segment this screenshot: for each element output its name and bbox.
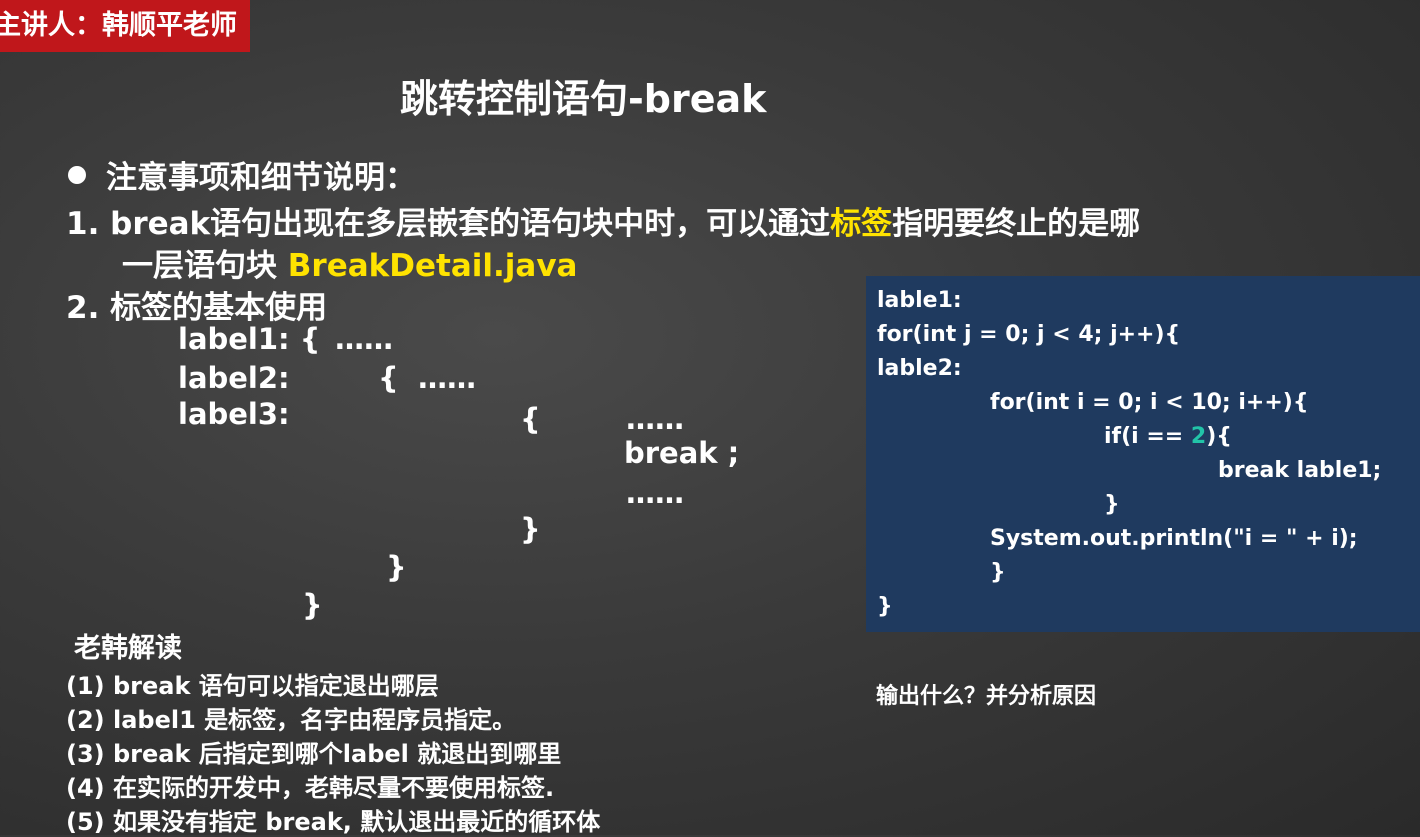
- commentary-item: (3) break 后指定到哪个label 就退出到哪里: [66, 740, 562, 768]
- code-line-3: lable2:: [877, 356, 962, 381]
- code-line-5-number: 2: [1190, 424, 1207, 449]
- point-1-suffix: 指明要终止的是哪: [892, 206, 1141, 242]
- label2-brace: {: [378, 361, 399, 395]
- point-1-highlight: 标签: [830, 206, 893, 242]
- commentary-item: (4) 在实际的开发中，老韩尽量不要使用标签.: [66, 774, 555, 802]
- notes-heading-text: 注意事项和细节说明：: [106, 160, 416, 196]
- speaker-badge: 主讲人：韩顺平老师: [0, 0, 250, 52]
- filename-highlight: BreakDetail.java: [287, 248, 578, 284]
- label2-dots: ……: [418, 361, 476, 395]
- label3-close: }: [520, 512, 541, 546]
- label2-close: }: [386, 550, 407, 584]
- label1-close: }: [302, 588, 323, 622]
- code-line-6: break lable1;: [1218, 458, 1382, 483]
- label1-dots: ……: [335, 322, 393, 356]
- code-line-9: }: [990, 560, 1006, 585]
- point-1-line-2: 一层语句块 BreakDetail.java: [122, 240, 577, 285]
- code-line-2: for(int j = 0; j < 4; j++){: [877, 322, 1181, 347]
- notes-heading: 注意事项和细节说明：: [68, 152, 416, 197]
- code-line-1: lable1:: [877, 288, 962, 313]
- label2-line: label2:: [178, 361, 290, 395]
- code-line-8: System.out.println("i = " + i);: [990, 526, 1358, 551]
- code-line-10: }: [877, 594, 893, 619]
- commentary-title: 老韩解读: [74, 633, 182, 664]
- question-text: 输出什么？并分析原因: [876, 684, 1097, 709]
- point-1-line-2-prefix: 一层语句块: [122, 248, 288, 284]
- label3-brace: {: [520, 402, 541, 436]
- code-line-5-prefix: if(i ==: [1104, 424, 1191, 449]
- point-1: 1. break语句出现在多层嵌套的语句块中时，可以通过标签指明要终止的是哪: [66, 198, 1140, 243]
- slide-title: 跳转控制语句-break: [400, 77, 767, 121]
- commentary-item: (1) break 语句可以指定退出哪层: [66, 672, 439, 700]
- label3-dots: ……: [626, 402, 684, 436]
- commentary-item: (5) 如果没有指定 break, 默认退出最近的循环体: [66, 808, 601, 836]
- point-1-prefix: 1. break语句出现在多层嵌套的语句块中时，可以通过: [66, 206, 831, 242]
- code-line-4: for(int i = 0; i < 10; i++){: [990, 390, 1309, 415]
- point-2: 2. 标签的基本使用: [66, 290, 328, 326]
- label3-line: label3:: [178, 397, 290, 431]
- label1-line: label1: {: [178, 322, 321, 356]
- code-line-7: }: [1104, 492, 1120, 517]
- bullet-icon: [68, 166, 86, 184]
- break-statement: break ;: [624, 436, 740, 470]
- commentary-item: (2) label1 是标签，名字由程序员指定。: [66, 706, 517, 734]
- code-example-box: lable1: for(int j = 0; j < 4; j++){ labl…: [866, 276, 1420, 632]
- code-line-5-suffix: ){: [1206, 424, 1232, 449]
- label3-dots-after: ……: [626, 476, 684, 510]
- code-line-5: if(i == 2){: [1104, 424, 1232, 449]
